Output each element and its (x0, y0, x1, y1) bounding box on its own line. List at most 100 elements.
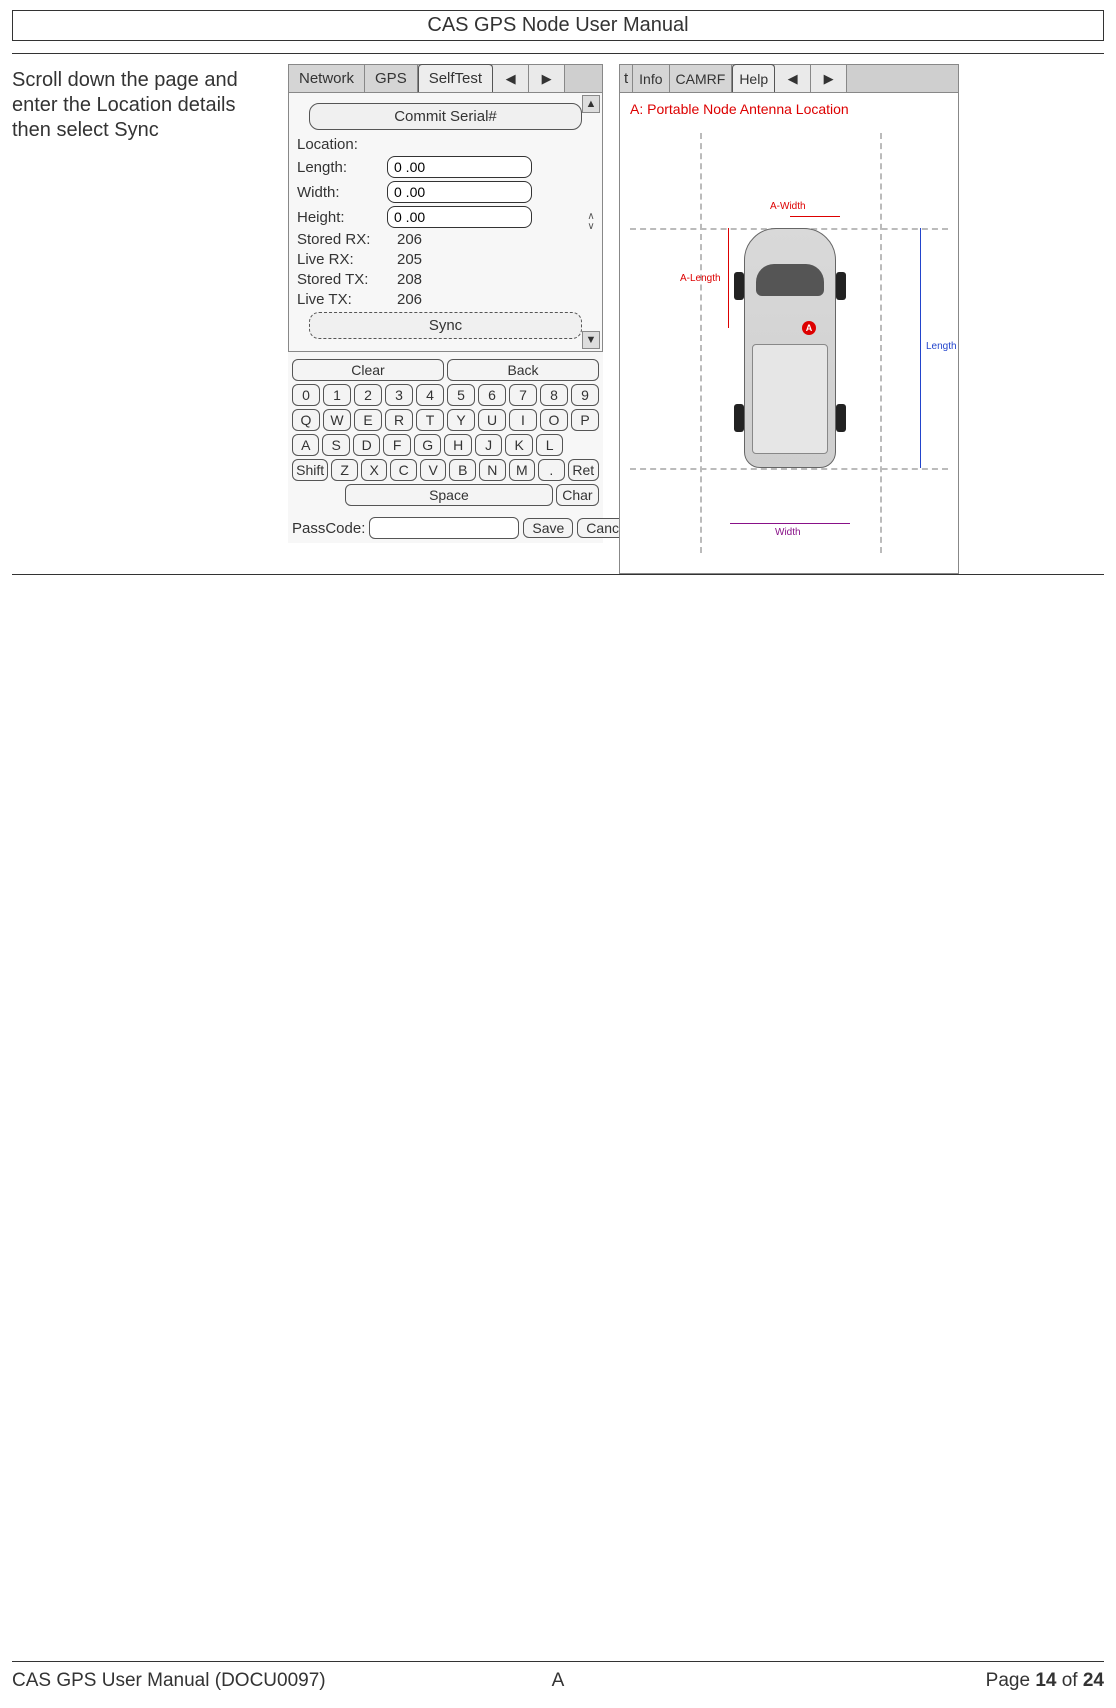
key-v[interactable]: V (420, 459, 447, 481)
key-t[interactable]: T (416, 409, 444, 431)
key-c[interactable]: C (390, 459, 417, 481)
key-j[interactable]: J (475, 434, 502, 456)
stored-rx-value: 206 (397, 231, 422, 248)
width-arrow (730, 523, 850, 524)
tab-truncated[interactable]: t (620, 65, 633, 92)
digit-row: 0 1 2 3 4 5 6 7 8 9 (292, 384, 599, 406)
scroll-down-icon[interactable]: ▼ (582, 331, 600, 349)
passcode-input[interactable] (369, 517, 519, 539)
diagram-tabbar: t Info CAMRF Help ◀ ▶ (620, 65, 958, 93)
key-b[interactable]: B (449, 459, 476, 481)
key-0[interactable]: 0 (292, 384, 320, 406)
content-divider (12, 574, 1104, 575)
key-z[interactable]: Z (331, 459, 358, 481)
length-input[interactable] (387, 156, 532, 178)
height-input[interactable] (387, 206, 532, 228)
key-3[interactable]: 3 (385, 384, 413, 406)
zxcv-row: Shift Z X C V B N M . Ret (292, 459, 599, 481)
key-g[interactable]: G (414, 434, 441, 456)
instruction-text: Scroll down the page and enter the Locat… (12, 64, 272, 574)
back-key[interactable]: Back (447, 359, 599, 381)
tab-network[interactable]: Network (289, 65, 365, 92)
key-m[interactable]: M (509, 459, 536, 481)
key-e[interactable]: E (354, 409, 382, 431)
char-key[interactable]: Char (556, 484, 599, 506)
key-f[interactable]: F (383, 434, 410, 456)
key-n[interactable]: N (479, 459, 506, 481)
shift-key[interactable]: Shift (292, 459, 328, 481)
key-q[interactable]: Q (292, 409, 320, 431)
key-y[interactable]: Y (447, 409, 475, 431)
vehicle-icon (730, 228, 850, 468)
key-p[interactable]: P (571, 409, 599, 431)
clear-key[interactable]: Clear (292, 359, 444, 381)
key-2[interactable]: 2 (354, 384, 382, 406)
save-button[interactable]: Save (523, 518, 573, 538)
width-input[interactable] (387, 181, 532, 203)
guide-vertical-right (880, 133, 882, 553)
spinner-down-icon[interactable]: ∨ (582, 222, 600, 232)
a-length-label: A-Length (680, 273, 721, 284)
key-8[interactable]: 8 (540, 384, 568, 406)
config-tabbar: Network GPS SelfTest ◀ ▶ (289, 65, 602, 93)
tab-scroll-right-icon[interactable]: ▶ (529, 65, 565, 92)
key-o[interactable]: O (540, 409, 568, 431)
page-footer: CAS GPS User Manual (DOCU0097) A Page 14… (12, 1670, 1104, 1692)
key-7[interactable]: 7 (509, 384, 537, 406)
scroll-up-icon[interactable]: ▲ (582, 95, 600, 113)
live-rx-label: Live RX: (297, 251, 397, 268)
tab-help[interactable]: Help (732, 64, 775, 92)
footer-revision: A (552, 1670, 565, 1692)
key-s[interactable]: S (322, 434, 349, 456)
key-1[interactable]: 1 (323, 384, 351, 406)
value-spinner[interactable]: ∧ ∨ (582, 212, 600, 232)
commit-serial-button[interactable]: Commit Serial# (309, 103, 582, 130)
live-rx-value: 205 (397, 251, 422, 268)
key-a[interactable]: A (292, 434, 319, 456)
tab-info[interactable]: Info (633, 65, 669, 92)
key-w[interactable]: W (323, 409, 351, 431)
key-dot[interactable]: . (538, 459, 565, 481)
tab-gps[interactable]: GPS (365, 65, 418, 92)
tab-scroll-left-icon[interactable]: ◀ (493, 65, 529, 92)
sync-button[interactable]: Sync (309, 312, 582, 339)
guide-horizontal-bottom (630, 468, 948, 470)
key-u[interactable]: U (478, 409, 506, 431)
length-arrow (920, 228, 921, 468)
ret-key[interactable]: Ret (568, 459, 599, 481)
content-row: Scroll down the page and enter the Locat… (0, 54, 1116, 574)
a-width-arrow (790, 216, 840, 217)
config-screenshot: Network GPS SelfTest ◀ ▶ ▲ ▼ ∧ ∨ Commit … (288, 64, 603, 574)
tab-camrf[interactable]: CAMRF (670, 65, 733, 92)
stored-tx-label: Stored TX: (297, 271, 397, 288)
key-6[interactable]: 6 (478, 384, 506, 406)
key-l[interactable]: L (536, 434, 563, 456)
height-label: Height: (297, 209, 387, 226)
key-9[interactable]: 9 (571, 384, 599, 406)
footer-doc-id: CAS GPS User Manual (DOCU0097) (12, 1670, 326, 1692)
live-tx-label: Live TX: (297, 291, 397, 308)
passcode-row: PassCode: Save Cancel (288, 513, 603, 543)
key-4[interactable]: 4 (416, 384, 444, 406)
qwerty-row: Q W E R T Y U I O P (292, 409, 599, 431)
key-k[interactable]: K (505, 434, 532, 456)
key-5[interactable]: 5 (447, 384, 475, 406)
key-x[interactable]: X (361, 459, 388, 481)
key-r[interactable]: R (385, 409, 413, 431)
antenna-diagram: A: Portable Node Antenna Location A (620, 93, 958, 573)
footer-page-number: Page 14 of 24 (986, 1670, 1104, 1692)
asdf-row: A S D F G H J K L (292, 434, 599, 456)
length-label: Length: (297, 159, 387, 176)
key-h[interactable]: H (444, 434, 471, 456)
stored-tx-value: 208 (397, 271, 422, 288)
key-d[interactable]: D (353, 434, 380, 456)
diagram-tab-left-icon[interactable]: ◀ (775, 65, 811, 92)
passcode-label: PassCode: (292, 520, 365, 537)
diagram-title: A: Portable Node Antenna Location (620, 93, 958, 117)
diagram-tab-right-icon[interactable]: ▶ (811, 65, 847, 92)
key-i[interactable]: I (509, 409, 537, 431)
guide-vertical-left (700, 133, 702, 553)
space-key[interactable]: Space (345, 484, 553, 506)
antenna-marker: A (802, 321, 816, 335)
tab-selftest[interactable]: SelfTest (418, 64, 493, 92)
